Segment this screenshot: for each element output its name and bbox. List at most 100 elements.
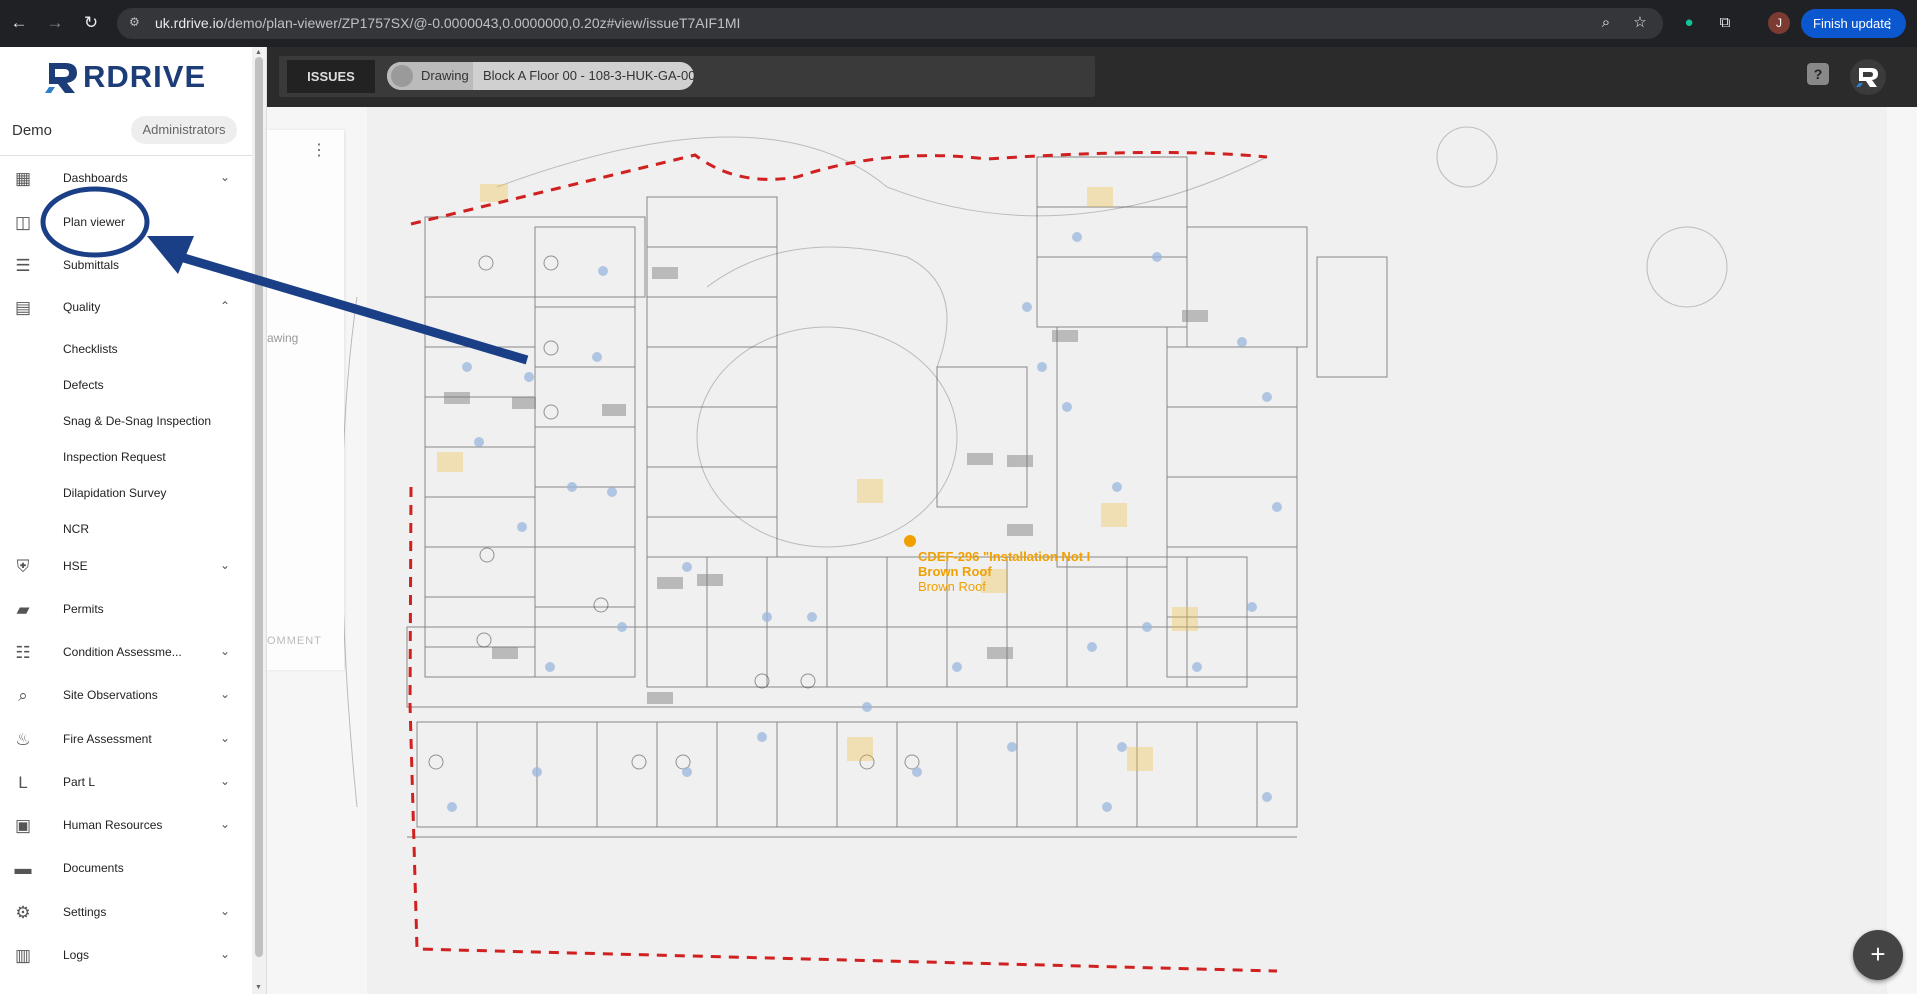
gear-icon: ⚙	[15, 903, 31, 922]
issue-location: Brown Roof	[918, 579, 986, 594]
plan-canvas[interactable]: ⋮ awing OMMENT CDEF-296 "Installation No…	[267, 107, 1917, 994]
extensions-icon[interactable]: ⧉	[1714, 12, 1736, 34]
sidebar-item-label: Quality	[63, 300, 101, 314]
sidebar-item-label: Site Observations	[63, 688, 158, 702]
sidebar-item-condition-assessment[interactable]: ☷ Condition Assessme... ⌄	[0, 634, 252, 670]
url-path: /demo/plan-viewer/ZP1757SX/@-0.0000043,0…	[223, 15, 741, 31]
scroll-down-icon[interactable]: ▼	[255, 984, 262, 991]
forward-icon[interactable]: →	[44, 12, 66, 34]
partial-comment-button[interactable]: OMMENT	[267, 635, 322, 647]
floor-plan-drawing[interactable]	[267, 107, 1917, 994]
sidebar-item-part-l[interactable]: L Part L ⌄	[0, 764, 252, 800]
scroll-up-icon[interactable]: ▲	[255, 49, 262, 56]
sidebar-scrollbar[interactable]: ▲ ▼	[252, 47, 266, 994]
issue-marker-label[interactable]: CDEF-296 "Installation Not I Brown Roof …	[918, 549, 1090, 594]
sidebar-item-label: Settings	[63, 905, 107, 919]
shield-icon: ⛨	[16, 557, 30, 576]
add-button[interactable]: +	[1853, 930, 1903, 980]
folder-clock-icon: ▰	[16, 600, 30, 619]
sidebar-item-site-observations[interactable]: ⌕ Site Observations ⌄	[0, 677, 252, 713]
sidebar-item-label: Plan viewer	[63, 215, 126, 229]
profile-avatar[interactable]: J	[1768, 12, 1790, 34]
viewer-tab-bar: ISSUES Drawing Block A Floor 00 - 108-3-…	[279, 56, 1095, 97]
log-book-icon: ▥	[14, 946, 32, 965]
role-chip[interactable]: Administrators	[131, 116, 237, 144]
more-vert-icon: ⋮	[1883, 16, 1896, 31]
finish-update-button[interactable]: Finish update ⋮	[1801, 9, 1906, 38]
drawing-avatar	[391, 65, 413, 87]
issue-subtitle: Brown Roof	[918, 564, 992, 579]
id-card-icon: ▣	[14, 816, 32, 835]
rdrive-mark-icon	[1856, 68, 1878, 87]
divider	[0, 155, 252, 156]
partial-drawing-label: awing	[267, 331, 299, 345]
sidebar-item-label: Fire Assessment	[63, 732, 152, 746]
sidebar-item-label: Documents	[63, 861, 124, 875]
sidebar-item-label: Dashboards	[63, 171, 128, 185]
sidebar-item-human-resources[interactable]: ▣ Human Resources ⌄	[0, 807, 252, 843]
sidebar-item-documents[interactable]: ▬ Documents	[0, 850, 252, 886]
sidebar-subitem-defects[interactable]: Defects	[63, 378, 104, 392]
folder-icon: ▬	[14, 859, 32, 878]
zoom-icon[interactable]: ⌕	[1595, 12, 1617, 34]
sidebar-item-settings[interactable]: ⚙ Settings ⌄	[0, 894, 252, 930]
issue-title: CDEF-296 "Installation Not I	[918, 549, 1091, 564]
rdrive-logo[interactable]: RDRIVE	[45, 55, 206, 99]
scrollbar-thumb[interactable]	[255, 57, 263, 957]
sidebar-item-label: Submittals	[63, 258, 120, 272]
finish-update-label: Finish update	[1813, 16, 1892, 31]
sidebar-item-dashboards[interactable]: ▦ Dashboards ⌄	[0, 160, 252, 196]
chevron-down-icon: ⌄	[219, 731, 231, 745]
sidebar-subitem-checklists[interactable]: Checklists	[63, 342, 118, 356]
reload-icon[interactable]: ↻	[80, 12, 102, 34]
workspace-name: Demo	[12, 122, 53, 139]
app-header: ISSUES Drawing Block A Floor 00 - 108-3-…	[267, 47, 1917, 107]
issue-details-panel: ⋮ awing OMMENT	[267, 130, 344, 670]
chevron-down-icon: ⌄	[219, 558, 231, 572]
sidebar-item-logs[interactable]: ▥ Logs ⌄	[0, 937, 252, 973]
sidebar-item-label: Human Resources	[63, 818, 163, 832]
sidebar-item-label: Permits	[63, 602, 104, 616]
search-zoom-icon: ⌕	[18, 686, 28, 705]
fire-icon: ♨	[15, 730, 31, 749]
tab-issues[interactable]: ISSUES	[287, 60, 375, 93]
chevron-down-icon: ⌄	[219, 644, 231, 658]
user-avatar[interactable]	[1850, 59, 1886, 95]
sidebar-item-permits[interactable]: ▰ Permits	[0, 591, 252, 627]
help-icon[interactable]: ?	[1807, 63, 1829, 85]
sidebar: RDRIVE Demo Administrators ▦ Dashboards …	[0, 47, 267, 994]
sidebar-subitem-dilapidation[interactable]: Dilapidation Survey	[63, 486, 166, 500]
dashboard-icon: ▦	[14, 169, 32, 188]
grammarly-icon[interactable]: ●	[1678, 12, 1700, 34]
rdrive-logo-icon	[45, 63, 77, 93]
sidebar-subitem-ncr[interactable]: NCR	[63, 522, 89, 536]
sidebar-item-label: Logs	[63, 948, 90, 962]
more-vert-icon[interactable]: ⋮	[311, 140, 327, 160]
drawing-name: Block A Floor 00 - 108-3-HUK-GA-00	[483, 68, 696, 83]
chevron-down-icon: ⌄	[219, 774, 231, 788]
sidebar-item-label: Part L	[63, 775, 96, 789]
logo-text: RDRIVE	[83, 59, 207, 94]
address-bar[interactable]: ⚙ uk.rdrive.io/demo/plan-viewer/ZP1757SX…	[117, 8, 1663, 39]
sidebar-item-label: HSE	[63, 559, 88, 573]
chevron-down-icon: ⌄	[219, 817, 231, 831]
chevron-down-icon: ⌄	[219, 170, 231, 184]
chevron-down-icon: ⌄	[219, 904, 231, 918]
part-l-icon: L	[18, 773, 28, 792]
map-icon: ◫	[14, 213, 32, 232]
sidebar-item-hse[interactable]: ⛨ HSE ⌄	[0, 548, 252, 584]
site-settings-icon[interactable]: ⚙	[129, 15, 145, 31]
bookmark-star-icon[interactable]: ☆	[1629, 12, 1651, 34]
sidebar-item-fire-assessment[interactable]: ♨ Fire Assessment ⌄	[0, 721, 252, 757]
back-icon[interactable]: ←	[8, 12, 30, 34]
sidebar-subitem-inspection-request[interactable]: Inspection Request	[63, 450, 166, 464]
sidebar-item-submittals[interactable]: ☰ Submittals	[0, 247, 252, 283]
sidebar-item-quality[interactable]: ▤ Quality ⌃	[0, 289, 252, 325]
sidebar-subitem-snag[interactable]: Snag & De-Snag Inspection	[63, 414, 211, 428]
drawing-selector[interactable]: Drawing Block A Floor 00 - 108-3-HUK-GA-…	[387, 62, 696, 90]
drawing-prefix-label: Drawing	[421, 68, 469, 83]
checklist-icon: ☷	[15, 643, 31, 662]
sidebar-item-plan-viewer[interactable]: ◫ Plan viewer	[0, 204, 252, 240]
clipboard-icon: ▤	[14, 298, 32, 317]
document-icon: ☰	[15, 256, 31, 275]
